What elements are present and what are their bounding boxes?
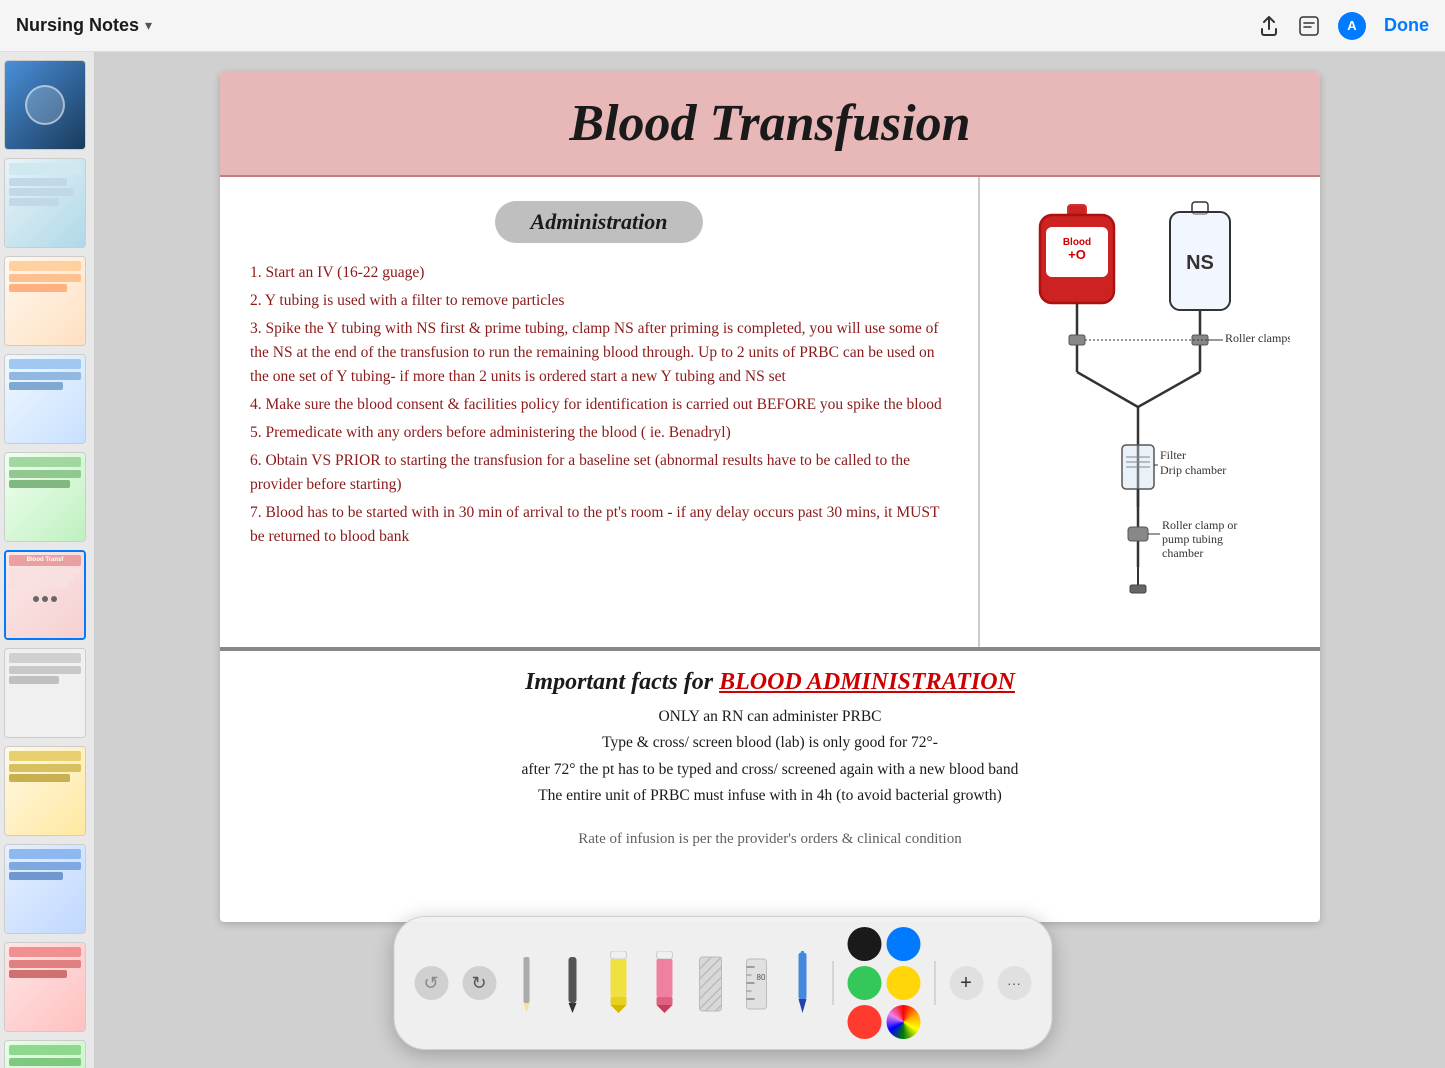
page-title: Blood Transfusion (260, 94, 1280, 153)
fact-3: after 72° the pt has to be typed and cro… (250, 757, 1290, 783)
toolbar-divider (832, 961, 833, 1005)
svg-text:Filter: Filter (1160, 448, 1186, 462)
svg-text:80: 80 (756, 973, 765, 982)
pink-marker-tool[interactable] (648, 953, 680, 1013)
facts-title: Important facts for BLOOD ADMINISTRATION (250, 669, 1290, 696)
more-tools-button[interactable]: ··· (997, 966, 1031, 1000)
top-bar-right: A Done (1258, 12, 1429, 40)
thumbnail-7[interactable] (4, 648, 86, 738)
measure-tool[interactable]: 80 (740, 953, 772, 1013)
facts-section: Important facts for BLOOD ADMINISTRATION… (220, 649, 1320, 827)
color-green-swatch[interactable] (847, 966, 881, 1000)
thumbnail-9[interactable] (4, 844, 86, 934)
thumbnail-1[interactable] (4, 60, 86, 150)
iv-diagram: Blood +O NS (1010, 197, 1290, 627)
fact-1: ONLY an RN can administer PRBC (250, 704, 1290, 730)
done-button[interactable]: Done (1384, 15, 1429, 36)
svg-text:Drip chamber: Drip chamber (1160, 463, 1226, 477)
svg-text:chamber: chamber (1162, 546, 1203, 560)
color-yellow-swatch[interactable] (886, 966, 920, 1000)
right-panel: Blood +O NS (980, 177, 1320, 647)
page-header: Blood Transfusion (220, 72, 1320, 177)
thumbnail-8[interactable] (4, 746, 86, 836)
facts-title-plain: Important facts for (525, 669, 719, 695)
thumbnail-3[interactable] (4, 256, 86, 346)
color-swatches (847, 927, 920, 1039)
top-bar-left: Nursing Notes ▾ (16, 15, 152, 36)
top-bar: Nursing Notes ▾ A Done (0, 0, 1445, 52)
pencil-tool[interactable] (510, 953, 542, 1013)
administration-title: Administration (495, 201, 704, 243)
redo-button[interactable]: ↻ (462, 966, 496, 1000)
admin-steps-list: 1. Start an IV (16-22 guage) 2. Y tubing… (250, 261, 948, 549)
thumbnail-6-active[interactable]: Blood Transf (4, 550, 86, 640)
svg-text:Roller clamp or: Roller clamp or (1162, 518, 1237, 532)
document-title: Nursing Notes (16, 15, 139, 36)
thumbnail-2[interactable] (4, 158, 86, 248)
page: Blood Transfusion Administration 1. Star… (220, 72, 1320, 922)
svg-text:+O: +O (1068, 247, 1086, 262)
bottom-toolbar: ↺ ↻ (393, 916, 1052, 1050)
svg-text:Roller clamps: Roller clamps (1225, 331, 1290, 345)
share-button[interactable] (1258, 15, 1280, 37)
admin-step-3: 3. Spike the Y tubing with NS first & pr… (250, 317, 948, 389)
color-red-swatch[interactable] (847, 1005, 881, 1039)
ruler-tool[interactable] (694, 953, 726, 1013)
svg-text:NS: NS (1186, 252, 1214, 274)
yellow-marker-tool[interactable] (602, 953, 634, 1013)
color-black-swatch[interactable] (847, 927, 881, 961)
facts-title-highlight: BLOOD ADMINISTRATION (719, 669, 1015, 695)
thumbnail-10[interactable] (4, 942, 86, 1032)
content-section: Administration 1. Start an IV (16-22 gua… (220, 177, 1320, 647)
color-blue-swatch[interactable] (886, 927, 920, 961)
sidebar: Blood Transf (0, 52, 95, 1068)
admin-step-2: 2. Y tubing is used with a filter to rem… (250, 289, 948, 313)
svg-text:pump tubing: pump tubing (1162, 532, 1223, 546)
admin-step-6: 6. Obtain VS PRIOR to starting the trans… (250, 449, 948, 497)
add-tool-button[interactable]: + (949, 966, 983, 1000)
thin-marker-tool[interactable] (556, 953, 588, 1013)
admin-step-4: 4. Make sure the blood consent & facilit… (250, 393, 948, 417)
admin-title-wrap: Administration (250, 201, 948, 243)
admin-step-1: 1. Start an IV (16-22 guage) (250, 261, 948, 285)
fact-2: Type & cross/ screen blood (lab) is only… (250, 730, 1290, 756)
partial-fact: Rate of infusion is per the provider's o… (220, 827, 1320, 858)
edit-button[interactable] (1298, 15, 1320, 37)
apollo-icon[interactable]: A (1338, 12, 1366, 40)
thumbnail-11[interactable] (4, 1040, 86, 1068)
admin-step-5: 5. Premedicate with any orders before ad… (250, 421, 948, 445)
facts-list: ONLY an RN can administer PRBC Type & cr… (250, 704, 1290, 809)
undo-button[interactable]: ↺ (414, 966, 448, 1000)
admin-step-7: 7. Blood has to be started with in 30 mi… (250, 501, 948, 549)
thumbnail-4[interactable] (4, 354, 86, 444)
toolbar-divider-2 (934, 961, 935, 1005)
chevron-down-icon[interactable]: ▾ (145, 17, 152, 34)
thumbnail-5[interactable] (4, 452, 86, 542)
left-panel: Administration 1. Start an IV (16-22 gua… (220, 177, 980, 647)
color-rainbow-swatch[interactable] (886, 1005, 920, 1039)
fact-4: The entire unit of PRBC must infuse with… (250, 783, 1290, 809)
pen-tool[interactable] (786, 953, 818, 1013)
